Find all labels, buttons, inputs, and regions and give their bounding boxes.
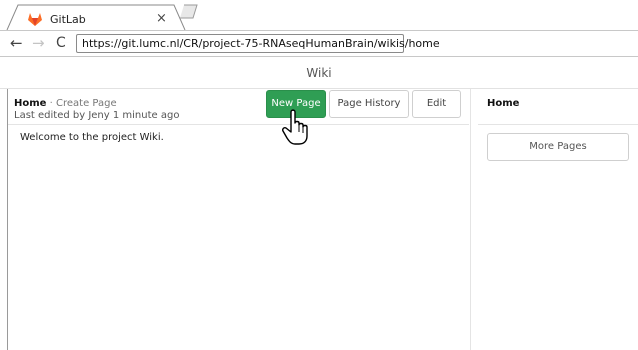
breadcrumb-create-page: Create Page xyxy=(56,98,117,109)
reload-icon[interactable]: C xyxy=(56,35,66,52)
forward-arrow-icon[interactable]: → xyxy=(32,35,45,52)
wiki-content: Welcome to the project Wiki. xyxy=(20,132,164,143)
page-title: Wiki xyxy=(306,66,332,80)
breadcrumb: Home · Create Page xyxy=(14,98,117,110)
more-pages-button[interactable]: More Pages xyxy=(487,133,629,161)
content-divider xyxy=(8,124,469,125)
edit-button[interactable]: Edit xyxy=(412,90,461,118)
new-tab-button[interactable] xyxy=(160,4,200,30)
sidebar-divider xyxy=(470,89,471,350)
navigation-bar: ← → C https://git.lumc.nl/CR/project-75-… xyxy=(0,30,638,57)
gitlab-logo-icon xyxy=(28,13,42,26)
breadcrumb-separator: · xyxy=(49,98,53,109)
breadcrumb-home: Home xyxy=(14,98,47,109)
address-bar[interactable]: https://git.lumc.nl/CR/project-75-RNAseq… xyxy=(76,34,440,53)
sidebar-rule xyxy=(478,124,638,125)
last-edited-info: Last edited by Jeny 1 minute ago xyxy=(14,110,180,121)
tab-strip: GitLab × xyxy=(0,0,638,30)
page-header: Wiki xyxy=(0,57,638,89)
hand-cursor-icon xyxy=(282,109,308,145)
sidebar-title: Home xyxy=(487,98,520,109)
browser-tab[interactable]: GitLab × xyxy=(6,4,186,30)
tab-title: GitLab xyxy=(50,13,86,26)
url-text: https://git.lumc.nl/CR/project-75-RNAseq… xyxy=(82,37,440,50)
page-history-button[interactable]: Page History xyxy=(329,90,409,118)
back-arrow-icon[interactable]: ← xyxy=(10,35,23,52)
